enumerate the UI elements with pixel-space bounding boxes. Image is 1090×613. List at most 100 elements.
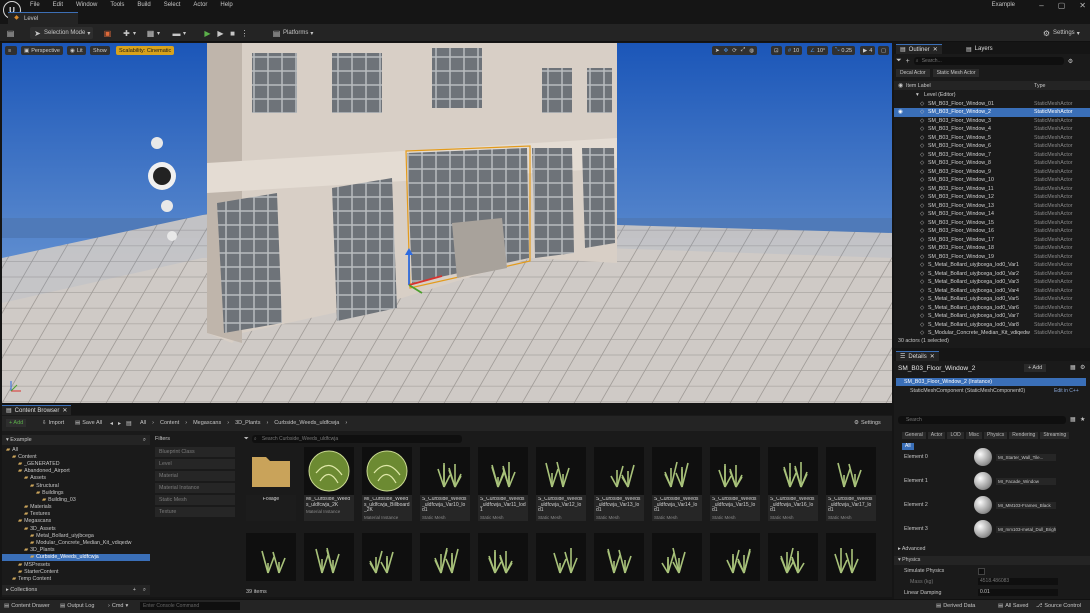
outliner-search-input[interactable]: ⌕ Search... [913, 57, 1064, 65]
menu-help[interactable]: Help [220, 2, 232, 8]
save-all-button[interactable]: ▤ Save All [75, 420, 102, 426]
chip-decal-actor[interactable]: Decal Actor [896, 69, 930, 77]
minimize-icon[interactable]: – [1039, 1, 1043, 10]
menu-actor[interactable]: Actor [193, 2, 207, 8]
source-tree-item[interactable]: ▰ StarterContent [2, 568, 150, 575]
source-tree-header[interactable]: ▾ Example ⌕ [2, 435, 150, 445]
outliner-row[interactable]: ◇ S_Metal_Bollard_uiyjbcega_lod0_Var8 Stat… [894, 321, 1090, 330]
asset-tile[interactable] [652, 533, 702, 581]
world-icon[interactable]: ◍ [749, 48, 754, 54]
tab-general[interactable]: General [902, 432, 926, 439]
outliner-row[interactable]: ◇ SM_B03_Floor_Window_18 StaticMeshActor [894, 244, 1090, 253]
add-icon[interactable]: + [133, 585, 136, 595]
asset-tile[interactable]: S_Curbside_Weeds_uldfcwja_Var16_lod1 Stat… [768, 447, 818, 521]
breadcrumb-content[interactable]: Content [160, 420, 179, 426]
instance-row[interactable]: SM_B03_Floor_Window_2 (Instance) [896, 378, 1086, 386]
menu-file[interactable]: File [30, 2, 40, 8]
asset-tile[interactable]: S_Curbside_Weeds_uldfcwja_Var15_lod1 Stat… [710, 447, 760, 521]
asset-tile[interactable] [304, 533, 354, 581]
asset-tile[interactable] [768, 533, 818, 581]
asset-tile[interactable] [478, 533, 528, 581]
outliner-row[interactable]: ◇ SM_B03_Floor_Window_15 StaticMeshActor [894, 219, 1090, 228]
close-tab-icon[interactable]: ✕ [933, 46, 938, 53]
filter-static-mesh[interactable]: Static Mesh [155, 495, 235, 505]
outliner-row[interactable]: ◉ ◇ SM_B03_Floor_Window_2 StaticMeshActor [894, 108, 1090, 117]
step-button[interactable]: ▶ [216, 27, 225, 39]
outliner-row[interactable]: ◇ SM_B03_Floor_Window_4 StaticMeshActor [894, 125, 1090, 134]
scale-icon[interactable]: ⤢ [741, 47, 745, 54]
outliner-row[interactable]: ◇ S_Metal_Bollard_uiyjbcega_lod0_Var6 Stat… [894, 304, 1090, 313]
outliner-row[interactable]: ◇ S_Metal_Bollard_uiyjbcega_lod0_Var1 Stat… [894, 261, 1090, 270]
perspective-button[interactable]: ▣ Perspective [21, 46, 63, 55]
platforms-dropdown[interactable]: ▤ Platforms ▾ [272, 27, 314, 39]
outliner-row[interactable]: ◇ SM_B03_Floor_Window_8 StaticMeshActor [894, 159, 1090, 168]
outliner-row[interactable]: ◇ SM_B03_Floor_Window_13 StaticMeshActor [894, 202, 1090, 211]
outliner-row[interactable]: ◇ S_Modular_Concrete_Median_Kit_vdiqedw St… [894, 329, 1090, 336]
gear-icon[interactable]: ⚙ [1080, 364, 1085, 371]
outliner-row[interactable]: ◇ SM_B03_Floor_Window_16 StaticMeshActor [894, 227, 1090, 236]
material-dropdown[interactable]: MI_Facade_Window [996, 477, 1056, 485]
material-dropdown[interactable]: MI_mm103-metal_Dull_Bright [996, 525, 1056, 533]
stop-button[interactable]: ■ [228, 27, 237, 39]
outliner-row[interactable]: ◇ S_Metal_Bollard_uiyjbcega_lod0_Var7 Stat… [894, 312, 1090, 321]
import-button[interactable]: ⇩ Import [42, 420, 64, 426]
asset-tile[interactable]: S_Curbside_Weeds_uldfcwja_Var10_lod1 Stat… [420, 447, 470, 521]
lit-button[interactable]: ◉ Lit [67, 46, 86, 55]
level-row[interactable]: ▾ Level (Editor) [894, 91, 1090, 100]
visibility-icon[interactable]: ◉ [898, 109, 903, 115]
source-tree-item[interactable]: ▰ Materials [2, 504, 150, 511]
material-dropdown[interactable]: MI_MM103-Frames_Black [996, 501, 1056, 509]
grid-snap-button[interactable]: #10 [785, 46, 803, 55]
asset-tile[interactable] [594, 533, 644, 581]
rotation-snap-button[interactable]: ∠ 10° [807, 46, 829, 55]
asset-tile[interactable]: S_Curbside_Weeds_uldfcwja_Var12_lod1 Stat… [536, 447, 586, 521]
breadcrumb-3d-plants[interactable]: 3D_Plants [235, 420, 260, 426]
level-tab[interactable]: ◆ Level [8, 12, 78, 24]
content-icon[interactable]: ▣ [103, 27, 112, 39]
tab-outliner[interactable]: ▤ Outliner ✕ [896, 44, 942, 54]
tab-content-browser[interactable]: ▤ Content Browser ✕ [2, 405, 72, 415]
tab-rendering[interactable]: Rendering [1009, 432, 1039, 439]
outliner-row[interactable]: ◇ SM_B03_Floor_Window_14 StaticMeshActor [894, 210, 1090, 219]
add-component-button[interactable]: + Add [1024, 364, 1047, 372]
menu-select[interactable]: Select [164, 2, 181, 8]
filter-material-instance[interactable]: Material Instance [155, 483, 235, 493]
source-tree-item[interactable]: ▰ 3D_Plants [2, 547, 150, 554]
outliner-row[interactable]: ◇ SM_B03_Floor_Window_10 StaticMeshActor [894, 176, 1090, 185]
outliner-row[interactable]: ◇ SM_B03_Floor_Window_7 StaticMeshActor [894, 151, 1090, 160]
filter-level[interactable]: Level [155, 459, 235, 469]
console-input[interactable]: Enter Console Command [140, 602, 240, 610]
linear-damping-field[interactable]: 0.01 [978, 589, 1058, 596]
filter-texture[interactable]: Texture [155, 507, 235, 517]
settings-dropdown[interactable]: ⚙ Settings ▾ [1042, 27, 1080, 39]
menu-window[interactable]: Window [76, 2, 97, 8]
tab-layers[interactable]: ▤ Layers [966, 44, 993, 54]
asset-tile[interactable]: S_Curbside_Weeds_uldfcwja_Var14_lod1 Stat… [652, 447, 702, 521]
show-button[interactable]: Show [90, 46, 110, 55]
cb-settings-button[interactable]: ⚙ Settings [854, 420, 881, 426]
viewport-menu-icon[interactable]: ≡ [5, 46, 17, 55]
outliner-row[interactable]: ◇ SM_B03_Floor_Window_12 StaticMeshActor [894, 193, 1090, 202]
search-icon[interactable]: ⌕ [143, 435, 146, 445]
menu-edit[interactable]: Edit [53, 2, 63, 8]
outliner-row[interactable]: ◇ SM_B03_Floor_Window_3 StaticMeshActor [894, 117, 1090, 126]
level-viewport[interactable]: ≡ ▣ Perspective ◉ Lit Show Scalability: Ci… [2, 43, 892, 403]
asset-tile[interactable] [826, 533, 876, 581]
surface-snap-icon[interactable]: ⊡ [771, 46, 782, 55]
outliner-row[interactable]: ◇ SM_B03_Floor_Window_11 StaticMeshActor [894, 185, 1090, 194]
cmd-dropdown[interactable]: › Cmd ▾ [108, 603, 128, 609]
outliner-row[interactable]: ◇ S_Metal_Bollard_uiyjbcega_lod0_Var2 Stat… [894, 270, 1090, 279]
source-tree-item[interactable]: ▰ Megascans [2, 518, 150, 525]
breadcrumb-megascans[interactable]: Megascans [193, 420, 221, 426]
source-tree-item[interactable]: ▰ Buildings [2, 489, 150, 496]
add-actor-icon[interactable]: ✚ ▾ [122, 27, 136, 39]
folder-icon[interactable]: ▤ [126, 420, 132, 427]
source-tree-item[interactable]: ▰ Building_03 [2, 496, 150, 503]
grid-view-icon[interactable]: ▦ [1070, 416, 1076, 423]
source-tree-item[interactable]: ▰ Curbside_Weeds_uldfcwja [2, 553, 150, 561]
filter-material[interactable]: Material [155, 471, 235, 481]
outliner-row[interactable]: ◇ S_Metal_Bollard_uiyjbcega_lod0_Var3 Stat… [894, 278, 1090, 287]
rotate-icon[interactable]: ⟳ [732, 48, 737, 54]
close-icon[interactable]: ✕ [1079, 1, 1086, 10]
component-row[interactable]: StaticMeshComponent (StaticMeshComponent… [910, 388, 1025, 394]
